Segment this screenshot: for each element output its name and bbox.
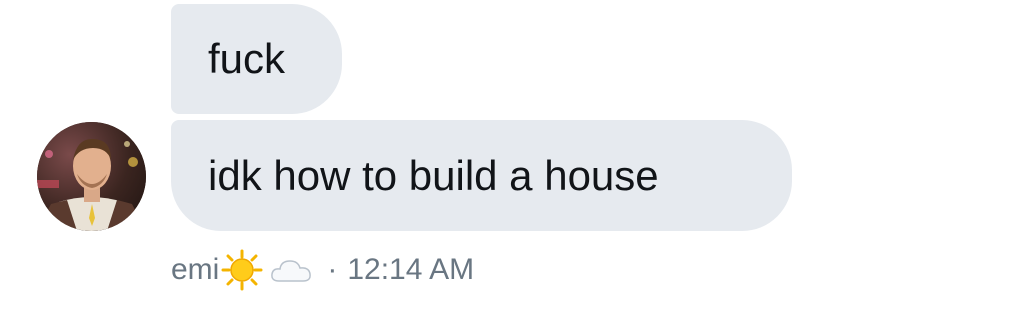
- sender-name[interactable]: emi: [171, 253, 219, 287]
- message-thread: fuck idk how to build a house emi · 12:1…: [0, 0, 1029, 320]
- avatar-photo: [37, 122, 146, 231]
- message-text: fuck: [208, 35, 286, 82]
- message-bubble[interactable]: idk how to build a house: [171, 120, 792, 231]
- avatar[interactable]: [37, 122, 146, 231]
- cloud-icon: [269, 254, 313, 286]
- message-meta: emi · 12:14 AM: [171, 248, 474, 292]
- meta-separator: ·: [327, 253, 338, 286]
- sun-icon: [221, 249, 263, 291]
- message-bubble[interactable]: fuck: [171, 4, 342, 114]
- message-timestamp: 12:14 AM: [347, 253, 475, 286]
- message-text: idk how to build a house: [208, 151, 659, 199]
